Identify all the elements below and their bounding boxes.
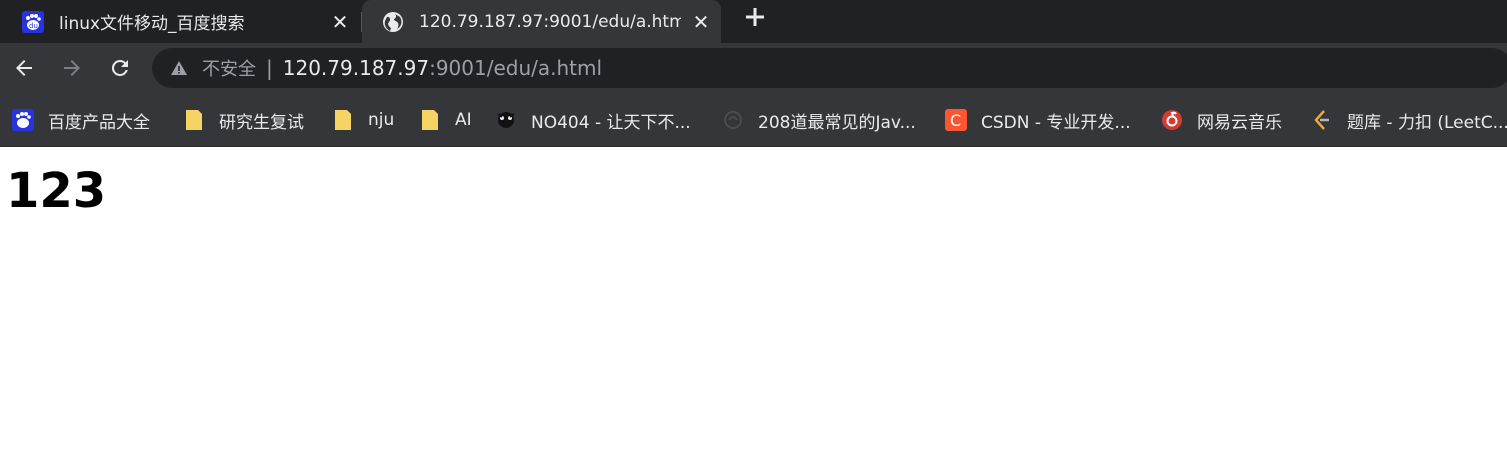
folder-icon xyxy=(332,109,354,131)
folder-icon xyxy=(183,109,205,131)
bookmark-label: AI xyxy=(455,110,472,130)
tab-baidu-search[interactable]: du linux文件移动_百度搜索 ✕ xyxy=(0,0,360,43)
leetcode-icon xyxy=(1311,109,1333,131)
arrow-right-icon xyxy=(64,60,80,76)
svg-text:du: du xyxy=(29,22,38,30)
bookmark-label: CSDN - 专业开发... xyxy=(981,112,1131,133)
bookmark-netease-music[interactable]: 网易云音乐 xyxy=(1161,107,1282,133)
bookmark-baidu-products[interactable]: 百度产品大全 xyxy=(12,107,150,133)
back-button[interactable] xyxy=(11,55,37,81)
folder-icon xyxy=(419,109,441,131)
close-icon[interactable]: ✕ xyxy=(320,10,360,34)
bookmark-label: 题库 - 力扣 (LeetC... xyxy=(1347,112,1507,133)
bookmarks-bar: 百度产品大全 研究生复试 nju AI NO404 - 让天下不... 208道… xyxy=(0,93,1507,147)
bookmark-java-questions[interactable]: 208道最常见的Jav... xyxy=(722,107,916,133)
url-host: 120.79.187.97 xyxy=(282,56,430,80)
bookmark-label: 百度产品大全 xyxy=(48,112,150,133)
url-path: :9001/edu/a.html xyxy=(429,56,603,80)
address-bar[interactable]: 不安全 | 120.79.187.97 :9001/edu/a.html xyxy=(152,48,1507,88)
baidu-icon: du xyxy=(22,10,44,33)
close-icon[interactable]: ✕ xyxy=(681,10,721,34)
tab-title: linux文件移动_百度搜索 xyxy=(59,14,245,34)
bookmark-label: 研究生复试 xyxy=(219,112,304,133)
no404-icon xyxy=(495,109,517,131)
url-divider: | xyxy=(266,56,273,80)
page-content: 123 xyxy=(0,163,1507,219)
arrow-left-icon xyxy=(16,60,32,76)
bookmark-label: NO404 - 让天下不... xyxy=(531,112,691,133)
bookmark-no404[interactable]: NO404 - 让天下不... xyxy=(495,107,691,133)
bookmark-folder-graduate-exam[interactable]: 研究生复试 xyxy=(183,107,304,133)
reload-button[interactable] xyxy=(107,55,133,81)
tab-strip: du linux文件移动_百度搜索 ✕ 120.79.187.97:9001/e… xyxy=(0,0,1507,43)
page-heading: 123 xyxy=(6,163,107,219)
bookmark-label: 208道最常见的Jav... xyxy=(758,112,916,133)
baidu-icon xyxy=(12,109,34,131)
netease-music-icon xyxy=(1161,109,1183,131)
browser-chrome: du linux文件移动_百度搜索 ✕ 120.79.187.97:9001/e… xyxy=(0,0,1507,147)
toolbar: 不安全 | 120.79.187.97 :9001/edu/a.html xyxy=(0,43,1507,93)
tab-current-page[interactable]: 120.79.187.97:9001/edu/a.htm ✕ xyxy=(362,0,721,43)
new-tab-button[interactable] xyxy=(742,4,768,30)
svg-text:C: C xyxy=(950,111,961,130)
globe-icon xyxy=(383,11,403,32)
tab-title: 120.79.187.97:9001/edu/a.htm xyxy=(419,11,681,32)
csdn-icon: C xyxy=(945,109,967,131)
plus-icon xyxy=(746,8,764,26)
bookmark-folder-nju[interactable]: nju xyxy=(332,107,394,133)
bookmark-csdn[interactable]: C CSDN - 专业开发... xyxy=(945,107,1131,133)
forward-button[interactable] xyxy=(59,55,85,81)
bookmark-label: nju xyxy=(368,110,395,130)
bookmark-folder-ai[interactable]: AI xyxy=(419,107,472,133)
bookmark-leetcode[interactable]: 题库 - 力扣 (LeetC... xyxy=(1311,107,1507,133)
java-icon xyxy=(722,109,744,131)
bookmark-label: 网易云音乐 xyxy=(1197,112,1282,133)
warning-icon xyxy=(171,61,187,75)
security-status[interactable]: 不安全 xyxy=(202,55,256,81)
reload-icon xyxy=(111,59,128,76)
